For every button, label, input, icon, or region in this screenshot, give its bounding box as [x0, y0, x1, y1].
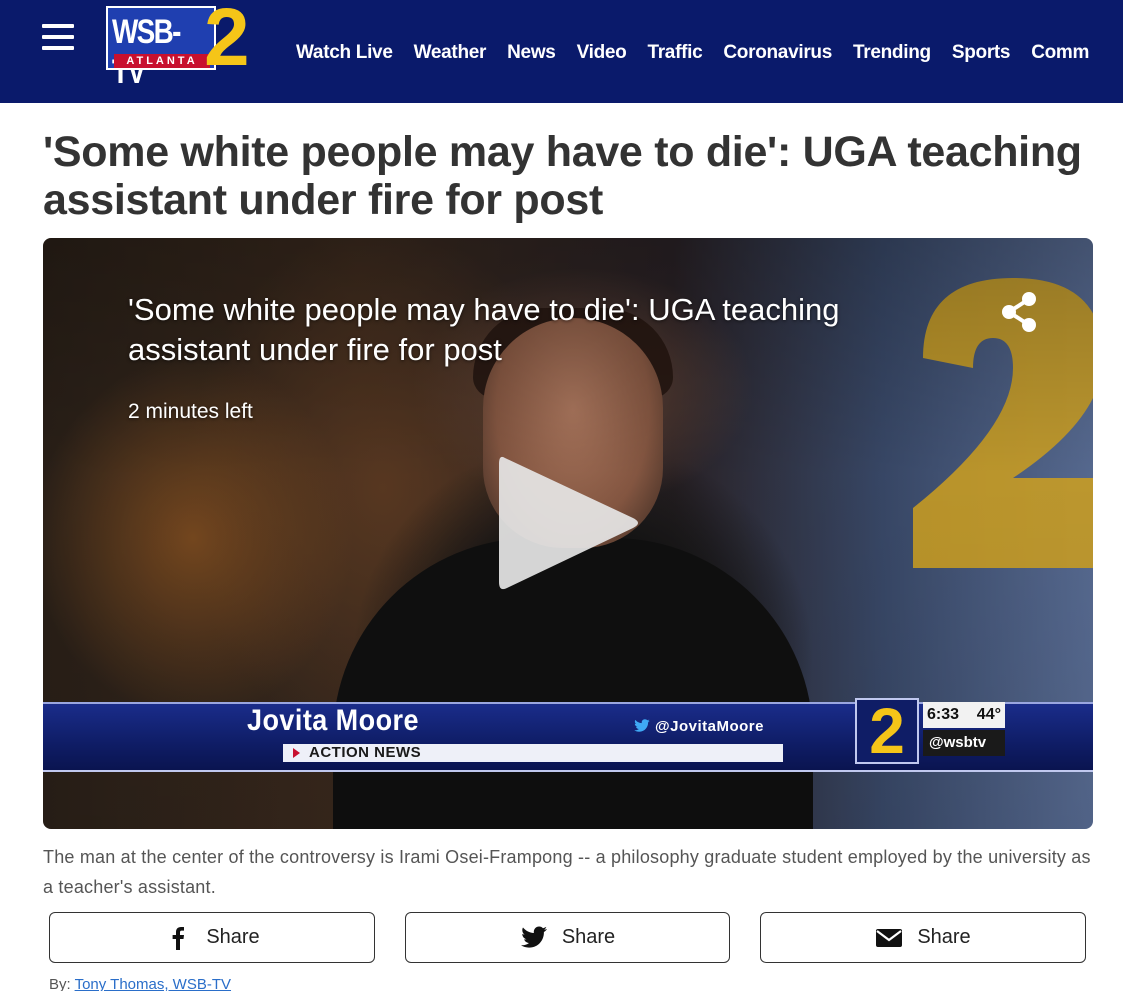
nav-sports[interactable]: Sports [952, 42, 1011, 64]
logo-city: ATLANTA [114, 54, 210, 68]
clock-box: 6:33 44° [923, 702, 1005, 728]
nav-community[interactable]: Comm [1031, 42, 1089, 64]
email-share-label: Share [917, 926, 971, 948]
nav-trending[interactable]: Trending [853, 42, 931, 64]
site-header: WSB-TV ATLANTA 2 Watch Live Weather News Vi… [0, 0, 1123, 103]
menu-icon[interactable] [42, 24, 74, 52]
anchor-twitter: @JovitaMoore [633, 718, 764, 735]
arrow-icon [293, 748, 300, 758]
nav-traffic[interactable]: Traffic [647, 42, 702, 64]
twitter-share-label: Share [561, 926, 616, 948]
main-nav: Watch Live Weather News Video Traffic Coronav… [296, 42, 1110, 66]
station-handle: @wsbtv [923, 730, 1005, 756]
twitter-share-button[interactable]: Share [405, 912, 730, 963]
twitter-icon [634, 719, 650, 732]
program-strip: ACTION NEWS [283, 744, 783, 762]
logo-box: WSB-TV ATLANTA [106, 6, 216, 91]
video-time-left: 2 minutes left [128, 400, 253, 423]
article-byline: By: Tony Thomas, WSB-TV [49, 976, 231, 991]
email-share-button[interactable]: Share [760, 912, 1086, 963]
facebook-share-button[interactable]: Share [49, 912, 375, 963]
anchor-name: Jovita Moore [247, 704, 419, 737]
nav-weather[interactable]: Weather [414, 42, 487, 64]
byline-prefix: By: [49, 976, 75, 991]
nav-watch-live[interactable]: Watch Live [296, 42, 393, 64]
lower-third: Jovita Moore ACTION NEWS @JovitaMoore 2 … [43, 696, 1093, 776]
video-title: 'Some white people may have to die': UGA… [128, 292, 840, 367]
twitter-icon [520, 926, 547, 948]
facebook-share-label: Share [206, 926, 260, 948]
temperature: 44° [976, 706, 1001, 723]
twitter-handle: @JovitaMoore [655, 718, 764, 735]
video-caption: The man at the center of the controversy… [43, 847, 1091, 897]
nav-video[interactable]: Video [577, 42, 627, 64]
nav-coronavirus[interactable]: Coronavirus [723, 42, 832, 64]
logo-channel: 2 [204, 0, 250, 83]
program-name: ACTION NEWS [309, 744, 422, 761]
nav-news[interactable]: News [507, 42, 556, 64]
wsb-tv-logo[interactable]: WSB-TV ATLANTA 2 [106, 0, 270, 91]
article-headline: 'Some white people may have to die': UGA… [43, 128, 1082, 224]
email-icon [876, 928, 903, 947]
share-icon[interactable] [999, 290, 1039, 334]
facebook-icon [172, 926, 185, 950]
clock-time: 6:33 [927, 706, 960, 723]
video-player[interactable]: 'Some white people may have to die': UGA… [43, 238, 1093, 829]
byline-author-link[interactable]: Tony Thomas, WSB-TV [75, 976, 231, 991]
logo-station: WSB-TV [112, 13, 181, 91]
play-icon[interactable] [493, 448, 643, 598]
channel-bug: 2 [855, 698, 919, 764]
